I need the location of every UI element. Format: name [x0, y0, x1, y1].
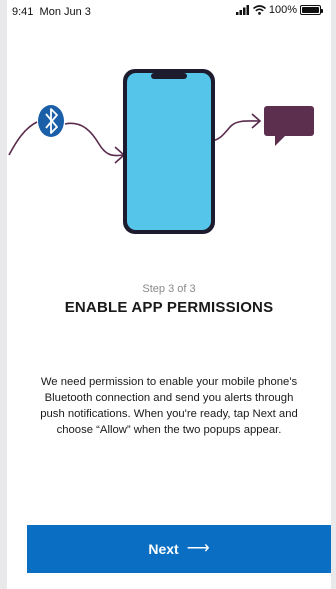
next-button-label: Next	[148, 541, 179, 557]
arrow-right-icon: ⟶	[186, 540, 210, 557]
connector-line-middle	[64, 122, 124, 157]
permissions-illustration	[8, 69, 314, 234]
message-bubble-icon	[264, 106, 314, 146]
description-line: push notifications. When you're ready, t…	[40, 408, 298, 420]
description-line: We need permission to enable your mobile…	[40, 376, 298, 388]
connector-line-left	[8, 121, 38, 156]
next-button[interactable]: Next ⟶	[27, 525, 331, 573]
onboarding-screen: 9:41 Mon Jun 3 100% Step 3 of 3 ENABLE A…	[7, 0, 331, 589]
description-line: choose “Allow” when the two popups appea…	[56, 424, 282, 436]
phone-icon	[123, 69, 215, 234]
page-title: ENABLE APP PERMISSIONS	[64, 299, 274, 316]
description-line: Bluetooth connection and send you alerts…	[44, 392, 294, 404]
connector-line-right	[210, 120, 260, 142]
permission-description: We need permission to enable your mobile…	[19, 374, 319, 438]
step-indicator: Step 3 of 3	[142, 283, 196, 295]
bluetooth-icon	[38, 105, 64, 137]
